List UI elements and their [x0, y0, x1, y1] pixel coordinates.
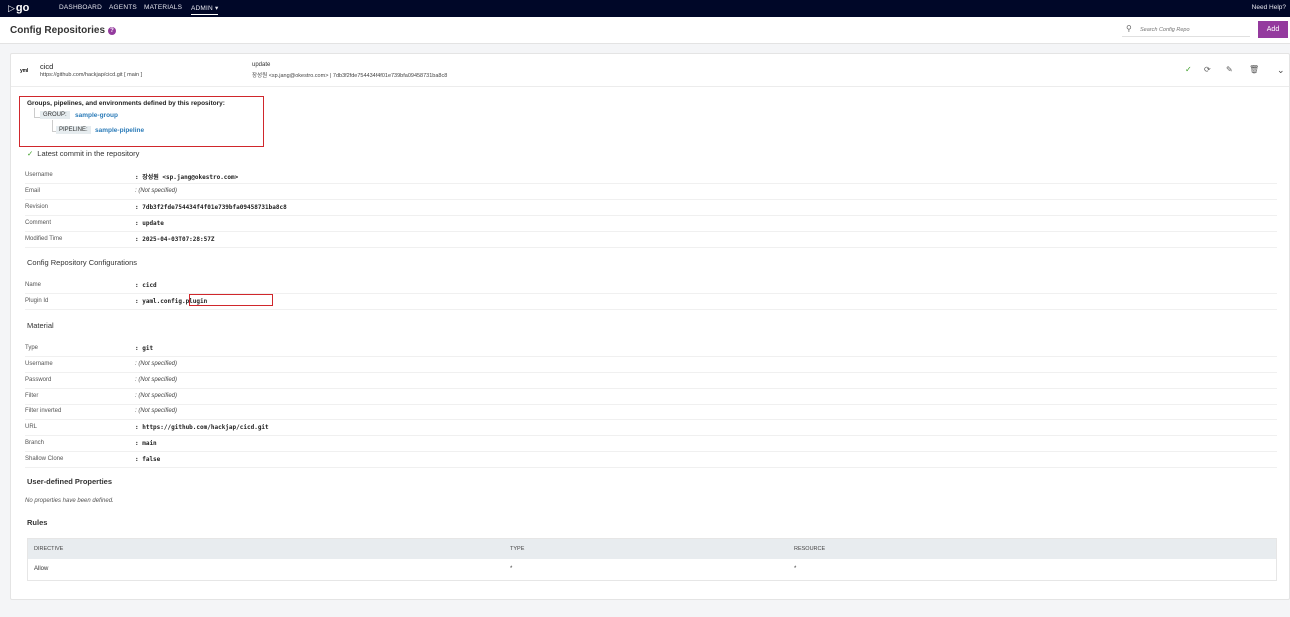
detail-row: Email : (Not specified)	[25, 185, 1277, 200]
row-label: Modified Time	[25, 236, 63, 242]
row-label: Password	[25, 377, 52, 383]
group-tag: GROUP:	[40, 111, 70, 119]
config-heading: Config Repository Configurations	[27, 258, 138, 267]
detail-row: Modified Time : 2025-04-03T07:28:57Z	[25, 233, 1277, 248]
add-button[interactable]: Add	[1258, 21, 1288, 38]
top-nav: ▷go DASHBOARD AGENTS MATERIALS ADMIN ▾ N…	[0, 0, 1290, 17]
detail-row: Branch : main	[25, 437, 1277, 452]
detail-row: Comment : update	[25, 217, 1277, 232]
trash-icon[interactable]: 🗑	[1249, 65, 1259, 74]
detail-row: URL : https://github.com/hackjap/cicd.git	[25, 421, 1277, 436]
row-label: Email	[25, 188, 41, 194]
rules-table: DIRECTIVE TYPE RESOURCE Allow * *	[27, 538, 1277, 581]
row-label: Username	[25, 172, 53, 178]
row-label: Comment	[25, 220, 52, 226]
search-icon: ⚲	[1126, 24, 1132, 33]
row-value: : (Not specified)	[135, 408, 178, 414]
row-value: : main	[135, 440, 157, 447]
row-label: Filter	[25, 393, 39, 399]
rule-type: *	[510, 566, 513, 572]
nav-dashboard[interactable]: DASHBOARD	[59, 4, 102, 11]
rule-directive: Allow	[34, 566, 49, 572]
nav-admin[interactable]: ADMIN ▾	[191, 4, 219, 15]
col-type: TYPE	[510, 546, 525, 552]
detail-row: Type : git	[25, 342, 1277, 357]
row-label: Revision	[25, 204, 49, 210]
refresh-icon[interactable]: ⟳	[1204, 65, 1211, 74]
col-resource: RESOURCE	[794, 546, 826, 552]
check-icon: ✓	[27, 149, 34, 158]
group-link[interactable]: sample-group	[75, 112, 118, 119]
go-logo[interactable]: ▷go	[8, 2, 29, 15]
repo-name: cicd	[40, 62, 54, 71]
row-value: : (Not specified)	[135, 377, 178, 383]
rule-resource: *	[794, 566, 797, 572]
row-label: Username	[25, 361, 53, 367]
config-repo-card: yml cicd https://github.com/hackjap/cicd…	[10, 53, 1290, 600]
page-title-text: Config Repositories	[10, 25, 106, 36]
row-value: : git	[135, 345, 154, 352]
help-icon[interactable]: ?	[108, 27, 117, 35]
detail-row: Password : (Not specified)	[25, 374, 1277, 389]
row-value: : (Not specified)	[135, 188, 178, 194]
row-value: : update	[135, 220, 164, 227]
rules-heading: Rules	[27, 518, 48, 527]
plugin-id-highlight	[189, 294, 273, 306]
material-heading: Material	[27, 321, 54, 330]
commit-message: update	[252, 62, 271, 68]
search-box[interactable]: ⚲	[1122, 23, 1250, 37]
detail-row: Filter inverted : (Not specified)	[25, 405, 1277, 420]
pipeline-link[interactable]: sample-pipeline	[95, 127, 144, 134]
nav-agents[interactable]: AGENTS	[109, 4, 137, 11]
row-label: Type	[25, 345, 39, 351]
detail-row: Shallow Clone : false	[25, 453, 1277, 468]
detail-row: Username : (Not specified)	[25, 358, 1277, 373]
logo-text: go	[15, 2, 30, 14]
pipeline-tag: PIPELINE:	[56, 126, 91, 134]
repo-url: https://github.com/hackjap/cicd.git [ ma…	[40, 72, 143, 78]
row-label: Plugin Id	[25, 298, 49, 304]
detail-row: Revision : 7db3f2fde754434f4f01e739bfa094…	[25, 201, 1277, 216]
rules-table-header: DIRECTIVE TYPE RESOURCE	[28, 539, 1276, 559]
detail-row: Username : 장성원 <sp.jang@okestro.com>	[25, 169, 1277, 184]
defined-entities-box: Groups, pipelines, and environments defi…	[19, 96, 264, 147]
detail-row: Filter : (Not specified)	[25, 390, 1277, 405]
detail-row: Name : cicd	[25, 279, 1277, 294]
row-value: : (Not specified)	[135, 361, 178, 367]
edit-icon[interactable]: ✎	[1226, 65, 1233, 74]
row-value: : cicd	[135, 282, 157, 289]
card-header[interactable]: yml cicd https://github.com/hackjap/cicd…	[11, 54, 1289, 87]
row-value: : 2025-04-03T07:28:57Z	[135, 236, 215, 243]
need-help-link[interactable]: Need Help?	[1252, 4, 1286, 11]
row-value: : https://github.com/hackjap/cicd.git	[135, 424, 269, 431]
col-directive: DIRECTIVE	[34, 546, 64, 552]
row-label: Branch	[25, 440, 45, 446]
check-icon: ✓	[1185, 65, 1192, 74]
row-value: : false	[135, 456, 161, 463]
no-properties-text: No properties have been defined.	[25, 498, 114, 504]
page-title: Config Repositories?	[10, 25, 117, 36]
row-label: Shallow Clone	[25, 456, 64, 462]
search-input[interactable]	[1140, 25, 1245, 35]
page-header: Config Repositories? ⚲ Add	[0, 17, 1290, 44]
row-value: : 7db3f2fde754434f4f01e739bfa09458731ba8…	[135, 204, 287, 211]
row-label: URL	[25, 424, 38, 430]
chevron-down-icon[interactable]: ⌄	[1277, 65, 1285, 76]
user-props-heading: User-defined Properties	[27, 477, 113, 486]
row-label: Name	[25, 282, 42, 288]
row-value: : (Not specified)	[135, 393, 178, 399]
latest-commit-heading-text: Latest commit in the repository	[37, 149, 140, 158]
row-label: Filter inverted	[25, 408, 62, 414]
yaml-plugin-icon: yml	[20, 68, 29, 74]
commit-info: 장성원 <sp.jang@okestro.com> | 7db3f2fde754…	[252, 73, 448, 79]
latest-commit-heading: ✓ Latest commit in the repository	[27, 149, 139, 158]
nav-materials[interactable]: MATERIALS	[144, 4, 182, 11]
defined-title: Groups, pipelines, and environments defi…	[27, 100, 225, 107]
row-value: : 장성원 <sp.jang@okestro.com>	[135, 174, 239, 181]
